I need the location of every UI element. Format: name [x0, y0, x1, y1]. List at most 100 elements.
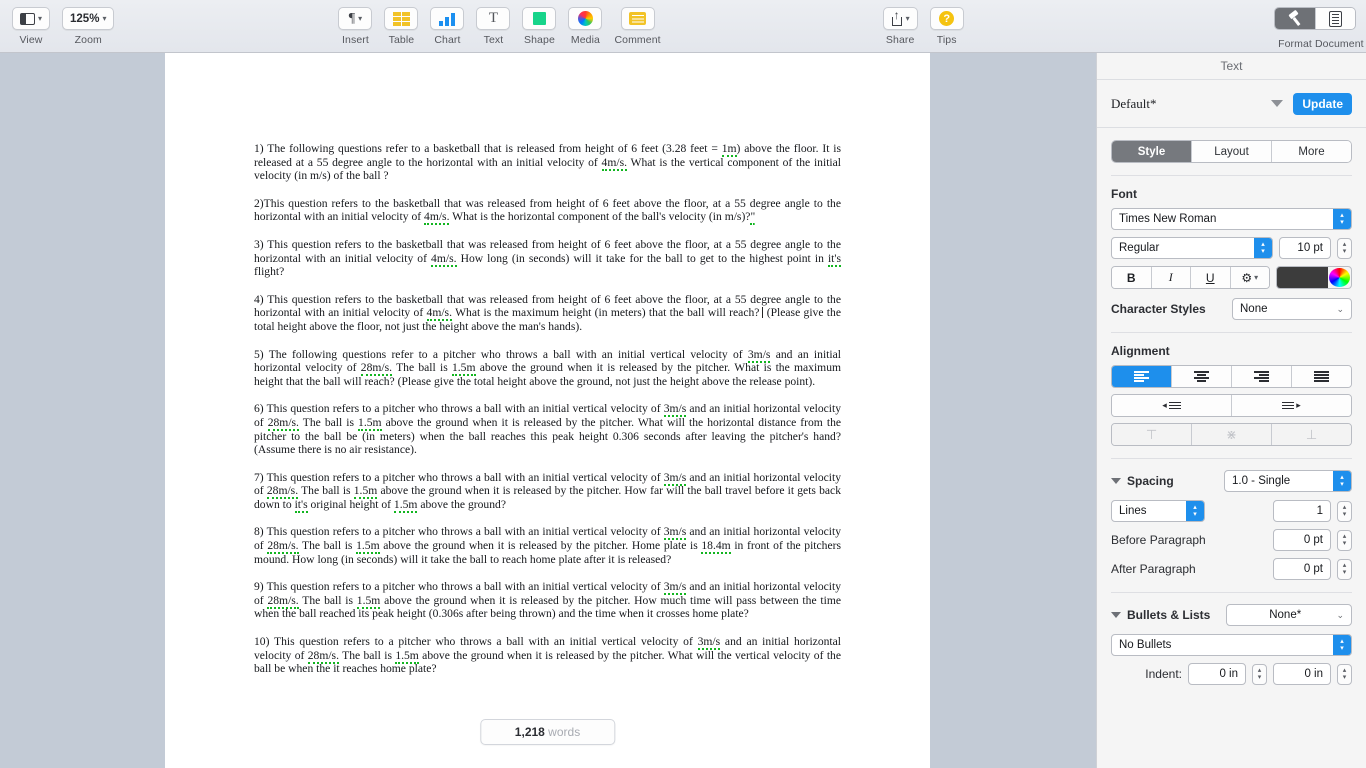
chevron-down-icon: ⌄: [1336, 303, 1344, 314]
align-right-button[interactable]: [1231, 366, 1291, 387]
document-text-body[interactable]: 1) The following questions refer to a ba…: [254, 142, 841, 690]
align-top-button[interactable]: ⊤: [1112, 424, 1191, 445]
divider: [1111, 592, 1352, 593]
text-button[interactable]: T Text: [470, 0, 516, 46]
divider: [1111, 458, 1352, 459]
text-run: The ball is: [298, 593, 357, 607]
indent-group: ◂ ▸: [1111, 394, 1352, 417]
share-button-label: Share: [885, 34, 915, 46]
bold-button[interactable]: B: [1112, 267, 1151, 288]
font-size-stepper[interactable]: ▴ ▾: [1337, 237, 1352, 259]
chart-button[interactable]: Chart: [424, 0, 470, 46]
document-paragraph-q3[interactable]: 3) This question refers to the basketbal…: [254, 238, 841, 279]
character-styles-value: None: [1240, 303, 1268, 315]
share-button[interactable]: ▾ Share: [877, 0, 924, 46]
view-button[interactable]: ▾ View: [6, 0, 56, 46]
align-left-icon: [1134, 371, 1149, 382]
spacing-unit-value-field[interactable]: 1: [1273, 500, 1331, 522]
bullets-preset-field[interactable]: None* ⌄: [1226, 604, 1352, 626]
character-styles-field[interactable]: None ⌄: [1232, 298, 1352, 320]
document-canvas[interactable]: 1) The following questions refer to a ba…: [0, 53, 1096, 768]
document-paragraph-q2[interactable]: 2)This question refers to the basketball…: [254, 197, 841, 226]
indent-left-field[interactable]: 0 in: [1188, 663, 1246, 685]
document-paragraph-q9[interactable]: 9) This question refers to a pitcher who…: [254, 580, 841, 621]
spellcheck-word: 4m/s.: [601, 155, 627, 171]
share-icon: [891, 12, 903, 26]
font-weight-field[interactable]: Regular ▴ ▾: [1111, 237, 1273, 259]
spacing-section-title: Spacing: [1127, 474, 1174, 488]
vertical-alignment-group: ⊤ ⋇ ⊥: [1111, 423, 1352, 446]
main-toolbar: ▾ View 125% ▾ Zoom ¶ ▾ Insert Table Char…: [0, 0, 1366, 53]
indent-right-stepper[interactable]: ▴ ▾: [1337, 663, 1352, 685]
table-button[interactable]: Table: [378, 0, 424, 46]
format-inspector-button[interactable]: [1275, 8, 1315, 29]
spacing-unit-field[interactable]: Lines ▴ ▾: [1111, 500, 1205, 522]
line-spacing-mode-field[interactable]: 1.0 - Single ▴ ▾: [1224, 470, 1352, 492]
after-paragraph-field[interactable]: 0 pt: [1273, 558, 1331, 580]
indent-left-stepper[interactable]: ▴ ▾: [1252, 663, 1267, 685]
align-bottom-icon: ⊥: [1305, 426, 1318, 442]
after-paragraph-stepper[interactable]: ▴ ▾: [1337, 558, 1352, 580]
font-options-button[interactable]: ⚙ ▾: [1229, 267, 1269, 288]
document-page[interactable]: 1) The following questions refer to a ba…: [165, 53, 930, 768]
text-run: The ball is: [338, 648, 396, 662]
increase-indent-button[interactable]: ▸: [1231, 395, 1351, 416]
zoom-button[interactable]: 125% ▾ Zoom: [56, 0, 120, 46]
font-color-control[interactable]: [1276, 266, 1352, 289]
chevron-down-icon: ▾: [358, 13, 363, 23]
indent-right-field[interactable]: 0 in: [1273, 663, 1331, 685]
document-paragraph-q8[interactable]: 8) This question refers to a pitcher who…: [254, 525, 841, 566]
color-wheel-icon[interactable]: [1329, 268, 1350, 287]
text-run: The ball is: [298, 415, 359, 429]
font-size-field[interactable]: 10 pt: [1279, 237, 1331, 259]
comment-button-label: Comment: [614, 34, 661, 46]
insert-button[interactable]: ¶ ▾ Insert: [332, 0, 378, 46]
stepper-icon[interactable]: ▴ ▾: [1254, 238, 1272, 258]
insert-button-label: Insert: [342, 34, 369, 46]
font-color-swatch[interactable]: [1277, 267, 1328, 288]
decrease-indent-button[interactable]: ◂: [1112, 395, 1231, 416]
tab-more[interactable]: More: [1271, 141, 1351, 162]
font-family-field[interactable]: Times New Roman ▴ ▾: [1111, 208, 1352, 230]
disclosure-triangle-icon[interactable]: [1111, 478, 1121, 484]
document-paragraph-q6[interactable]: 6) This question refers to a pitcher who…: [254, 402, 841, 456]
align-middle-button[interactable]: ⋇: [1191, 424, 1271, 445]
document-inspector-button[interactable]: [1315, 8, 1355, 29]
shape-button[interactable]: Shape: [516, 0, 562, 46]
document-paragraph-q7[interactable]: 7) This question refers to a pitcher who…: [254, 470, 841, 513]
bullets-type-field[interactable]: No Bullets ▴ ▾: [1111, 634, 1352, 656]
disclosure-triangle-icon[interactable]: [1111, 612, 1121, 618]
chevron-down-icon[interactable]: [1271, 100, 1284, 107]
document-paragraph-q1[interactable]: 1) The following questions refer to a ba…: [254, 142, 841, 183]
comment-button[interactable]: Comment: [608, 0, 666, 46]
stepper-icon[interactable]: ▴ ▾: [1186, 501, 1204, 521]
align-center-button[interactable]: [1171, 366, 1231, 387]
stepper-icon[interactable]: ▴ ▾: [1333, 209, 1351, 229]
divider: [1111, 332, 1352, 333]
media-button[interactable]: Media: [562, 0, 608, 46]
before-paragraph-stepper[interactable]: ▴ ▾: [1337, 529, 1352, 551]
chevron-down-icon: ▾: [38, 13, 43, 23]
spacing-unit-stepper[interactable]: ▴ ▾: [1337, 500, 1352, 522]
tips-button[interactable]: ? Tips: [924, 0, 970, 46]
before-paragraph-field[interactable]: 0 pt: [1273, 529, 1331, 551]
document-paragraph-q5[interactable]: 5) The following questions refer to a pi…: [254, 347, 841, 389]
indent-label: Indent:: [1145, 667, 1182, 681]
bullets-section-header: Bullets & Lists None* ⌄: [1111, 604, 1352, 626]
underline-button[interactable]: U: [1190, 267, 1230, 288]
tab-style[interactable]: Style: [1112, 141, 1191, 162]
align-left-button[interactable]: [1112, 366, 1171, 387]
stepper-icon[interactable]: ▴ ▾: [1333, 635, 1351, 655]
align-justify-button[interactable]: [1291, 366, 1351, 387]
text-run: above the ground?: [417, 497, 506, 511]
paragraph-style-name: Default*: [1111, 95, 1157, 111]
document-paragraph-q4[interactable]: 4) This question refers to the basketbal…: [254, 293, 841, 334]
tab-layout[interactable]: Layout: [1191, 141, 1271, 162]
document-paragraph-q10[interactable]: 10) This question refers to a pitcher wh…: [254, 635, 841, 676]
text-run: 7) This question refers to a pitcher who…: [254, 470, 664, 484]
after-paragraph-label: After Paragraph: [1111, 562, 1196, 576]
update-style-button[interactable]: Update: [1293, 92, 1352, 115]
align-bottom-button[interactable]: ⊥: [1271, 424, 1351, 445]
stepper-icon[interactable]: ▴ ▾: [1333, 471, 1351, 491]
italic-button[interactable]: I: [1150, 267, 1190, 288]
